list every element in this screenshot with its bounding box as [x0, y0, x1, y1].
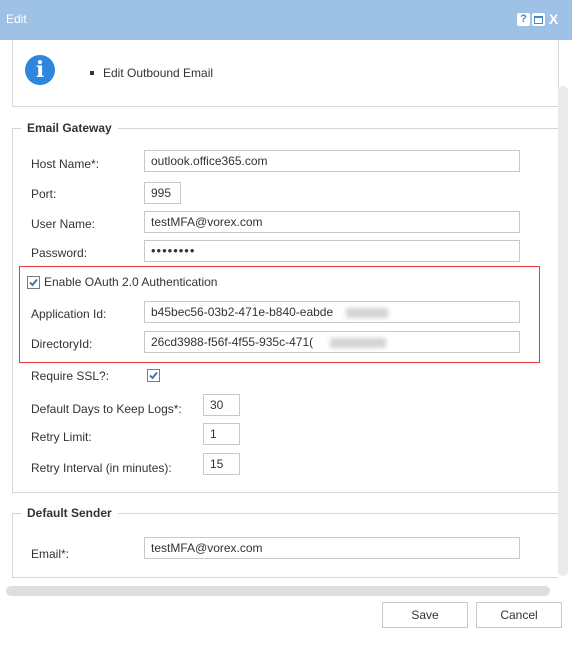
application-id-value: b45bec56-03b2-471e-b840-eabde	[151, 305, 334, 319]
bullet-icon	[90, 71, 94, 75]
retry-limit-input[interactable]: 1	[203, 423, 240, 445]
application-id-label: Application Id:	[31, 307, 107, 321]
password-input[interactable]: ••••••••	[144, 240, 520, 262]
cancel-button[interactable]: Cancel	[476, 602, 562, 628]
application-id-input[interactable]: b45bec56-03b2-471e-b840-eabde	[144, 301, 520, 323]
horizontal-scrollbar[interactable]	[6, 586, 550, 596]
host-name-label: Host Name*:	[31, 157, 100, 171]
vertical-scrollbar[interactable]	[558, 86, 568, 576]
checkmark-icon	[149, 371, 158, 380]
dialog-title: Edit	[6, 12, 27, 26]
maximize-icon[interactable]	[532, 13, 545, 26]
user-name-label: User Name:	[31, 217, 96, 231]
info-text: Edit Outbound Email	[103, 66, 214, 80]
info-panel	[12, 40, 559, 107]
host-name-input[interactable]: outlook.office365.com	[144, 150, 520, 172]
save-button[interactable]: Save	[382, 602, 468, 628]
port-input[interactable]: 995	[144, 182, 181, 204]
retry-limit-label: Retry Limit:	[31, 430, 92, 444]
days-keep-logs-label: Default Days to Keep Logs*:	[31, 402, 182, 416]
retry-interval-label: Retry Interval (in minutes):	[31, 461, 172, 475]
directory-id-label: DirectoryId:	[31, 337, 93, 351]
close-icon[interactable]: X	[547, 12, 560, 26]
checkmark-icon	[29, 278, 38, 287]
password-label: Password:	[31, 246, 88, 260]
directory-id-value: 26cd3988-f56f-4f55-935c-471(	[151, 335, 314, 349]
email-gateway-legend: Email Gateway	[27, 121, 112, 135]
oauth-label: Enable OAuth 2.0 Authentication	[44, 275, 218, 289]
info-icon: i	[25, 55, 55, 85]
email-label: Email*:	[31, 547, 70, 561]
oauth-checkbox[interactable]	[27, 276, 40, 289]
retry-interval-input[interactable]: 15	[203, 453, 240, 475]
user-name-input[interactable]: testMFA@vorex.com	[144, 211, 520, 233]
require-ssl-checkbox[interactable]	[147, 369, 160, 382]
redacted-blur	[330, 338, 386, 348]
help-icon[interactable]: ?	[517, 13, 530, 26]
port-label: Port:	[31, 187, 57, 201]
email-input[interactable]: testMFA@vorex.com	[144, 537, 520, 559]
dialog-titlebar[interactable]: Edit ? X	[0, 0, 572, 40]
redacted-blur	[346, 308, 388, 318]
require-ssl-label: Require SSL?:	[31, 369, 110, 383]
days-keep-logs-input[interactable]: 30	[203, 394, 240, 416]
default-sender-legend: Default Sender	[27, 506, 112, 520]
